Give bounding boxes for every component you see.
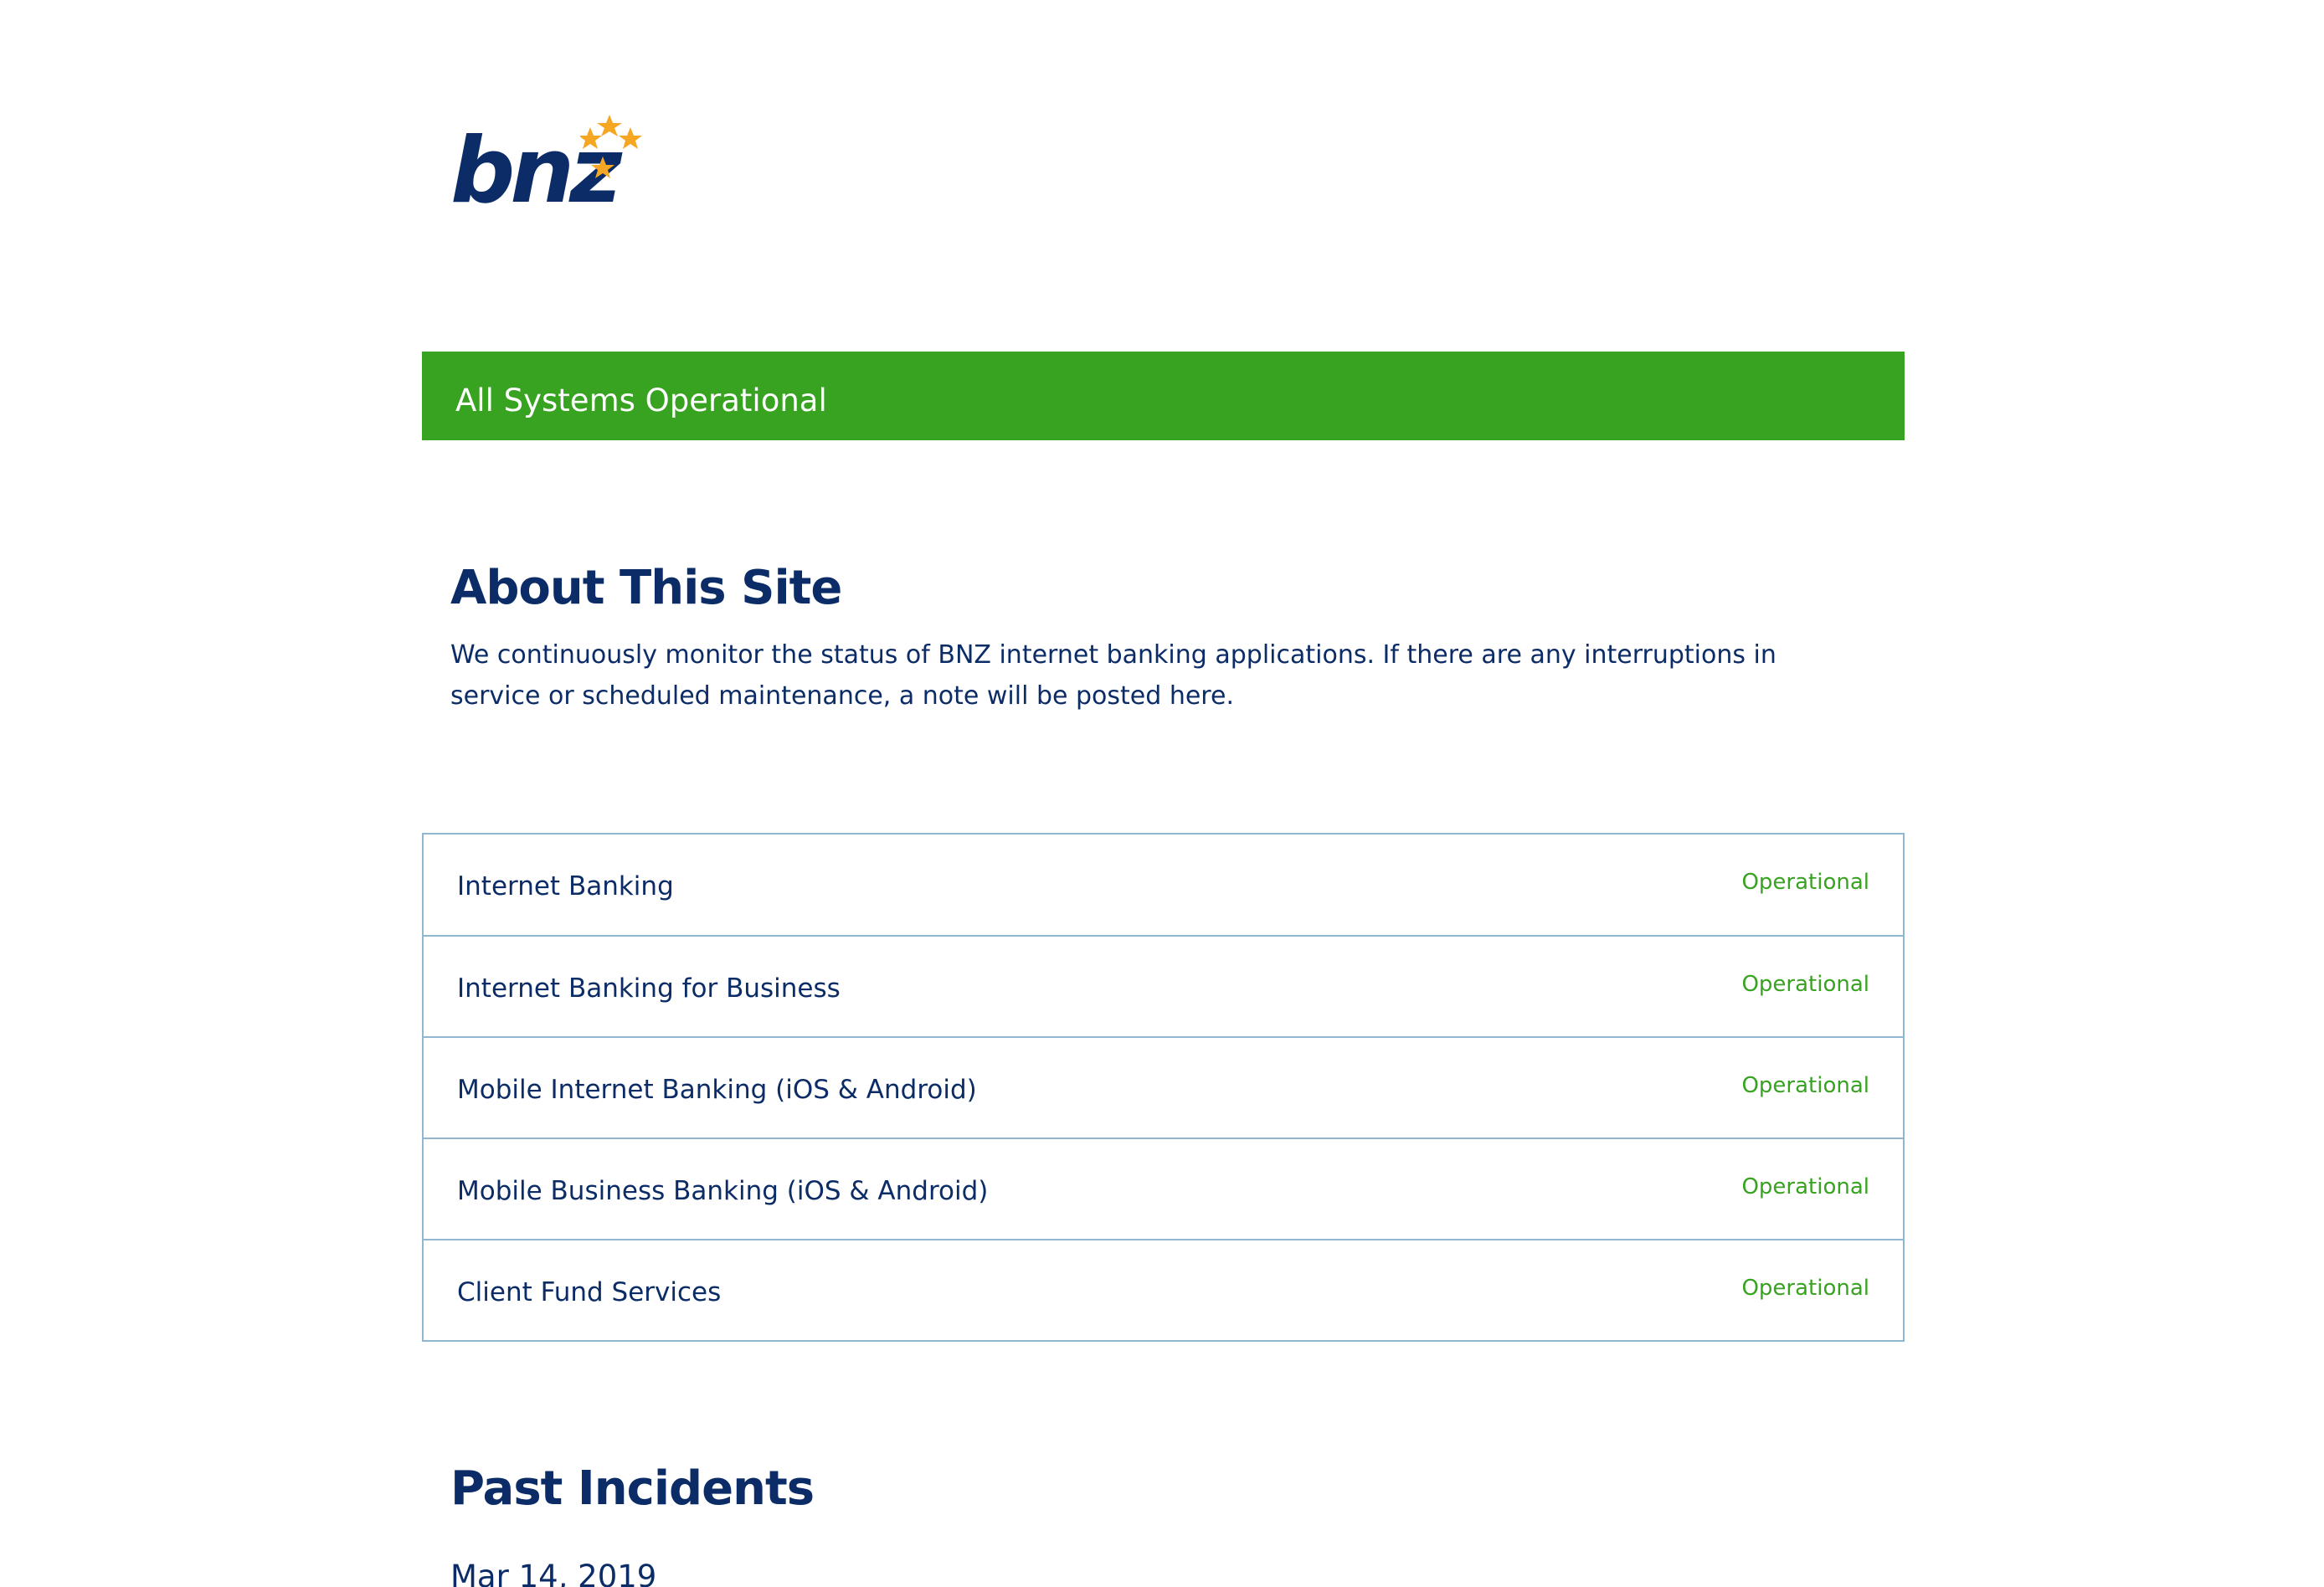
stars-icon — [580, 115, 642, 178]
about-text: We continuously monitor the status of BN… — [450, 640, 1776, 711]
component-status: Operational — [1741, 972, 1869, 997]
bnz-logo[interactable]: bnz — [450, 113, 656, 218]
component-row: Internet Banking for Business Operationa… — [424, 935, 1903, 1036]
component-name: Internet Banking for Business — [457, 973, 841, 1004]
component-status: Operational — [1741, 870, 1869, 895]
component-name: Mobile Business Banking (iOS & Android) — [457, 1176, 989, 1206]
component-status: Operational — [1741, 1276, 1869, 1301]
past-incidents-title: Past Incidents — [450, 1461, 815, 1516]
component-name: Mobile Internet Banking (iOS & Android) — [457, 1075, 977, 1105]
component-status: Operational — [1741, 1073, 1869, 1098]
component-name: Internet Banking — [457, 871, 674, 901]
status-banner-text: All Systems Operational — [455, 383, 827, 419]
components-list: Internet Banking Operational Internet Ba… — [422, 833, 1905, 1342]
about-title: About This Site — [450, 561, 842, 615]
component-status: Operational — [1741, 1174, 1869, 1199]
component-name: Client Fund Services — [457, 1277, 722, 1307]
status-page: bnz All Systems Operational About This S… — [0, 0, 2324, 1587]
component-row: Mobile Business Banking (iOS & Android) … — [424, 1138, 1903, 1239]
component-row: Client Fund Services Operational — [424, 1239, 1903, 1340]
status-banner: All Systems Operational — [422, 352, 1905, 440]
component-row: Mobile Internet Banking (iOS & Android) … — [424, 1036, 1903, 1138]
component-row: Internet Banking Operational — [424, 835, 1903, 935]
incident-date: Mar 14, 2019 — [450, 1559, 657, 1587]
